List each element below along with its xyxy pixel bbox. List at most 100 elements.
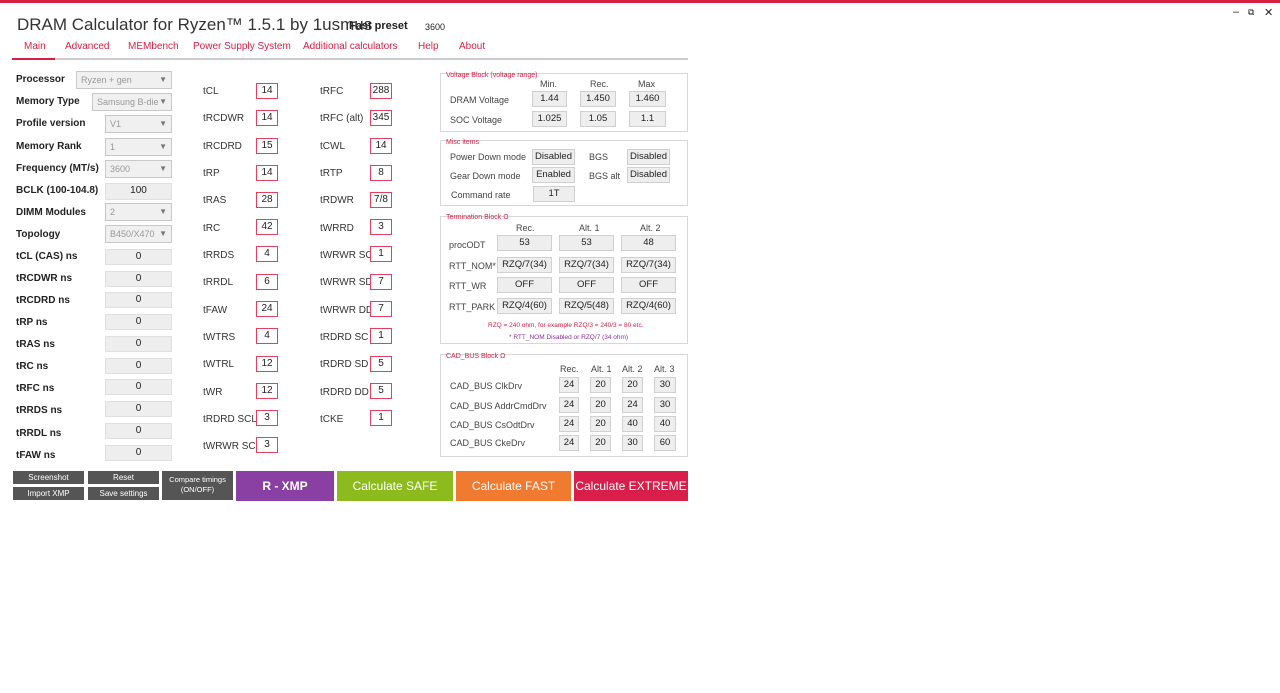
cadbus-value[interactable]: 24 — [559, 435, 579, 451]
voltage-value[interactable]: 1.460 — [629, 91, 666, 107]
voltage-value[interactable]: 1.1 — [629, 111, 666, 127]
calculate-fast-button[interactable]: Calculate FAST — [456, 471, 571, 501]
timing-value[interactable]: 1 — [370, 410, 392, 426]
bgs-alt-value[interactable]: Disabled — [627, 167, 670, 183]
timing-value[interactable]: 15 — [256, 138, 278, 154]
timing-value[interactable]: 12 — [256, 383, 278, 399]
cadbus-value[interactable]: 20 — [590, 416, 611, 432]
timing-value[interactable]: 14 — [370, 138, 392, 154]
tab-advanced[interactable]: Advanced — [65, 41, 109, 52]
profile-version-select[interactable]: V1 ▼ — [105, 115, 172, 133]
timing-value[interactable]: 3 — [256, 437, 278, 453]
ns-input[interactable]: 0 — [105, 401, 172, 417]
voltage-value[interactable]: 1.05 — [580, 111, 616, 127]
cadbus-value[interactable]: 40 — [622, 416, 643, 432]
ns-input[interactable]: 0 — [105, 445, 172, 461]
ns-input[interactable]: 0 — [105, 336, 172, 352]
termination-value[interactable]: RZQ/7(34) — [559, 257, 614, 273]
dimm-modules-select[interactable]: 2 ▼ — [105, 203, 172, 221]
minimize-button[interactable]: – — [1233, 6, 1239, 18]
tab-power-supply[interactable]: Power Supply System — [193, 41, 291, 52]
rxmp-button[interactable]: R - XMP — [236, 471, 334, 501]
ns-input[interactable]: 0 — [105, 292, 172, 308]
memory-rank-select[interactable]: 1 ▼ — [105, 138, 172, 156]
timing-value[interactable]: 288 — [370, 83, 392, 99]
command-rate-value[interactable]: 1T — [533, 186, 575, 202]
power-down-value[interactable]: Disabled — [532, 149, 575, 165]
termination-value[interactable]: RZQ/5(48) — [559, 298, 614, 314]
tab-membench[interactable]: MEMbench — [128, 41, 179, 52]
timing-value[interactable]: 14 — [256, 165, 278, 181]
timing-value[interactable]: 7 — [370, 274, 392, 290]
cadbus-value[interactable]: 30 — [654, 377, 676, 393]
cadbus-value[interactable]: 20 — [590, 435, 611, 451]
close-button[interactable]: ✕ — [1264, 6, 1273, 19]
voltage-value[interactable]: 1.44 — [532, 91, 567, 107]
cadbus-value[interactable]: 40 — [654, 416, 676, 432]
cadbus-value[interactable]: 20 — [590, 377, 611, 393]
cadbus-value[interactable]: 60 — [654, 435, 676, 451]
reset-button[interactable]: Reset — [88, 471, 159, 484]
calculate-safe-button[interactable]: Calculate SAFE — [337, 471, 453, 501]
ns-input[interactable]: 0 — [105, 358, 172, 374]
timing-value[interactable]: 4 — [256, 246, 278, 262]
voltage-value[interactable]: 1.025 — [532, 111, 567, 127]
termination-value[interactable]: OFF — [621, 277, 676, 293]
calculate-extreme-button[interactable]: Calculate EXTREME — [574, 471, 688, 501]
timing-value[interactable]: 8 — [370, 165, 392, 181]
topology-select[interactable]: B450/X470 ▼ — [105, 225, 172, 243]
cadbus-value[interactable]: 24 — [559, 377, 579, 393]
gear-down-value[interactable]: Enabled — [532, 167, 575, 183]
cadbus-value[interactable]: 20 — [622, 377, 643, 393]
tab-main[interactable]: Main — [24, 41, 46, 52]
timing-value[interactable]: 5 — [370, 356, 392, 372]
termination-value[interactable]: 53 — [497, 235, 552, 251]
termination-value[interactable]: OFF — [497, 277, 552, 293]
ns-input[interactable]: 0 — [105, 314, 172, 330]
save-settings-button[interactable]: Save settings — [88, 487, 159, 500]
cadbus-value[interactable]: 24 — [559, 416, 579, 432]
timing-value[interactable]: 42 — [256, 219, 278, 235]
ns-input[interactable]: 0 — [105, 423, 172, 439]
timing-value[interactable]: 345 — [370, 110, 392, 126]
ns-input[interactable]: 0 — [105, 271, 172, 287]
timing-value[interactable]: 5 — [370, 383, 392, 399]
tab-additional-calculators[interactable]: Additional calculators — [303, 41, 398, 52]
cadbus-value[interactable]: 20 — [590, 397, 611, 413]
timing-value[interactable]: 3 — [256, 410, 278, 426]
termination-value[interactable]: 53 — [559, 235, 614, 251]
cadbus-value[interactable]: 24 — [559, 397, 579, 413]
timing-value[interactable]: 12 — [256, 356, 278, 372]
termination-value[interactable]: RZQ/7(34) — [621, 257, 676, 273]
termination-value[interactable]: OFF — [559, 277, 614, 293]
tab-help[interactable]: Help — [418, 41, 439, 52]
restore-button[interactable]: ⧉ — [1248, 7, 1254, 18]
termination-value[interactable]: RZQ/4(60) — [497, 298, 552, 314]
frequency-select[interactable]: 3600 ▼ — [105, 160, 172, 178]
processor-select[interactable]: Ryzen + gen ▼ — [76, 71, 172, 89]
termination-value[interactable]: RZQ/4(60) — [621, 298, 676, 314]
timing-value[interactable]: 4 — [256, 328, 278, 344]
timing-value[interactable]: 24 — [256, 301, 278, 317]
timing-value[interactable]: 14 — [256, 110, 278, 126]
bgs-value[interactable]: Disabled — [627, 149, 670, 165]
timing-value[interactable]: 7/8 — [370, 192, 392, 208]
import-xmp-button[interactable]: Import XMP — [13, 487, 84, 500]
ns-input[interactable]: 0 — [105, 249, 172, 265]
tab-about[interactable]: About — [459, 41, 485, 52]
voltage-value[interactable]: 1.450 — [580, 91, 616, 107]
cadbus-value[interactable]: 24 — [622, 397, 643, 413]
timing-value[interactable]: 3 — [370, 219, 392, 235]
bclk-input[interactable]: 100 — [105, 183, 172, 200]
compare-timings-button[interactable]: Compare timings (ON/OFF) — [162, 471, 233, 500]
cadbus-value[interactable]: 30 — [622, 435, 643, 451]
termination-value[interactable]: 48 — [621, 235, 676, 251]
timing-value[interactable]: 14 — [256, 83, 278, 99]
termination-value[interactable]: RZQ/7(34) — [497, 257, 552, 273]
timing-value[interactable]: 28 — [256, 192, 278, 208]
cadbus-value[interactable]: 30 — [654, 397, 676, 413]
ns-input[interactable]: 0 — [105, 379, 172, 395]
timing-value[interactable]: 1 — [370, 246, 392, 262]
screenshot-button[interactable]: Screenshot — [13, 471, 84, 484]
timing-value[interactable]: 6 — [256, 274, 278, 290]
